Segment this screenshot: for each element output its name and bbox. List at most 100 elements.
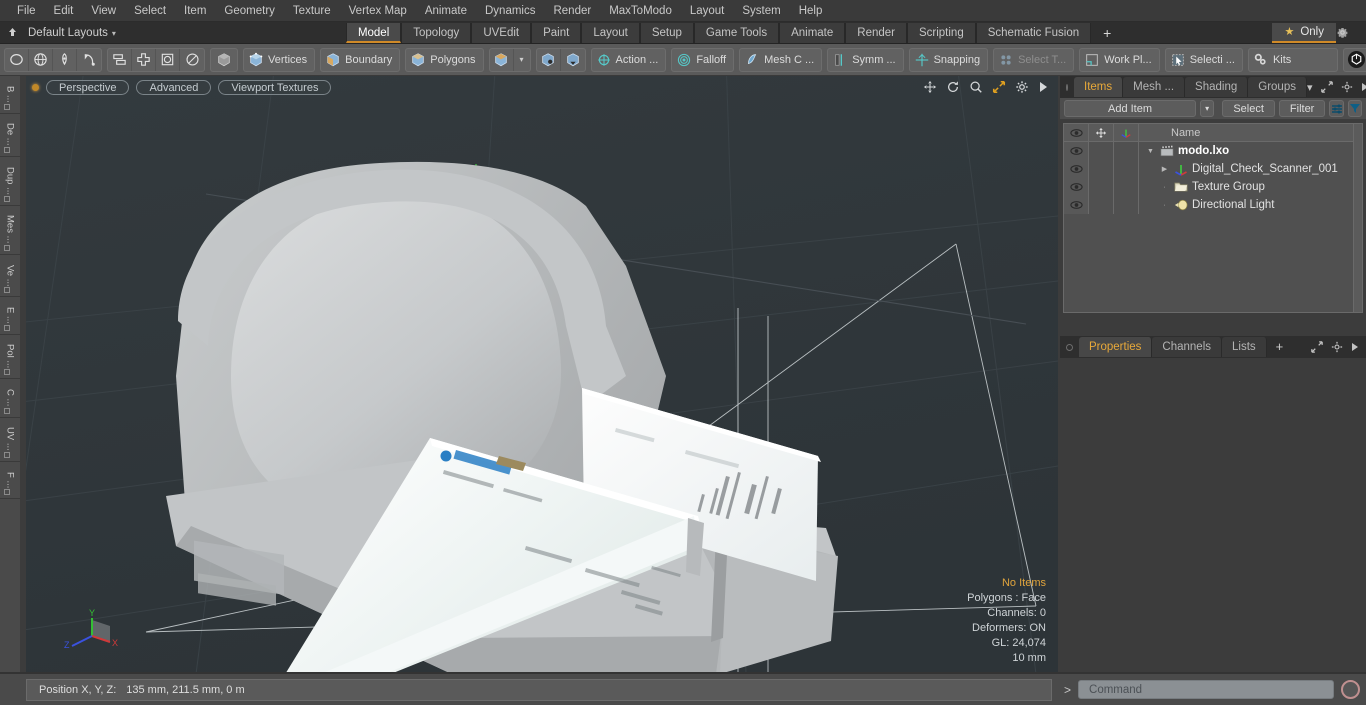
select-button[interactable]: Select: [1222, 100, 1275, 117]
eye-icon[interactable]: [1064, 196, 1089, 214]
panel-tab-properties[interactable]: Properties: [1079, 337, 1153, 357]
item-list-row[interactable]: ▶ Digital_Check_Scanner_001: [1064, 160, 1362, 178]
scale-circle-icon[interactable]: [180, 49, 204, 71]
viewport-shading-dropdown[interactable]: Advanced: [136, 79, 212, 95]
left-vertical-tab-1[interactable]: De ...: [0, 113, 20, 157]
zoom-icon[interactable]: [969, 80, 983, 94]
item-list-row[interactable]: ▼ modo.lxo: [1064, 142, 1362, 160]
select-through-button[interactable]: Select T...: [993, 47, 1075, 72]
item-list-cell[interactable]: [1089, 160, 1114, 178]
layout-tab-setup[interactable]: Setup: [639, 22, 694, 43]
item-list-cell[interactable]: [1089, 178, 1114, 196]
fit-icon[interactable]: [992, 80, 1006, 94]
menu-item-geometry[interactable]: Geometry: [215, 0, 284, 22]
item-list-row[interactable]: · Texture Group: [1064, 178, 1362, 196]
menu-item-animate[interactable]: Animate: [416, 0, 476, 22]
play-arrow-icon[interactable]: [1361, 82, 1366, 92]
layout-tab-schematic-fusion[interactable]: Schematic Fusion: [975, 22, 1092, 43]
cube-grey-icon[interactable]: [210, 47, 238, 72]
menu-item-select[interactable]: Select: [125, 0, 175, 22]
left-vertical-tab-4[interactable]: Ve ...: [0, 254, 20, 297]
add-item-dropdown[interactable]: ▾: [1200, 100, 1215, 117]
layout-tab-topology[interactable]: Topology: [401, 22, 472, 43]
menu-item-texture[interactable]: Texture: [284, 0, 340, 22]
menu-item-dynamics[interactable]: Dynamics: [476, 0, 544, 22]
panel-menu-dot[interactable]: [1066, 83, 1068, 91]
play-arrow-icon[interactable]: [1351, 342, 1359, 352]
list-options-icon[interactable]: [1329, 100, 1344, 117]
selection-set-button[interactable]: Selecti ...: [1164, 47, 1243, 72]
substance-cube-icon[interactable]: [1344, 49, 1366, 71]
snap-cube-a-icon[interactable]: [537, 48, 561, 71]
left-vertical-tab-8[interactable]: UV ...: [0, 417, 20, 462]
globe-icon[interactable]: [29, 48, 53, 71]
rotate-box-icon[interactable]: [156, 48, 180, 71]
expander-open-icon[interactable]: ▼: [1145, 148, 1156, 155]
select-mode-vertices[interactable]: Vertices: [243, 47, 316, 72]
gear-icon[interactable]: [1331, 341, 1343, 353]
snapping-button[interactable]: Snapping: [908, 47, 989, 72]
menu-item-layout[interactable]: Layout: [681, 0, 734, 22]
curve-icon[interactable]: [77, 49, 101, 71]
eye-icon[interactable]: [1064, 160, 1089, 178]
kits-button[interactable]: Kits: [1247, 47, 1338, 72]
left-vertical-tab-0[interactable]: B ...: [0, 76, 20, 114]
layout-tab-paint[interactable]: Paint: [531, 22, 582, 43]
symmetry-button[interactable]: Symm ...: [827, 47, 904, 72]
home-arrow-icon[interactable]: [0, 23, 24, 43]
eye-icon[interactable]: [1064, 142, 1089, 160]
menu-item-system[interactable]: System: [733, 0, 789, 22]
funnel-icon[interactable]: [1347, 100, 1363, 117]
left-vertical-tab-2[interactable]: Dup ...: [0, 156, 20, 206]
item-list-row[interactable]: · Directional Light: [1064, 196, 1362, 214]
pen-icon[interactable]: [53, 48, 77, 71]
snap-cube-b-icon[interactable]: [561, 49, 585, 71]
falloff-button[interactable]: Falloff: [671, 47, 735, 72]
filter-button[interactable]: Filter: [1278, 100, 1326, 117]
move-cross-icon[interactable]: [132, 48, 156, 71]
expand-icon[interactable]: [1311, 341, 1323, 353]
item-list-cell[interactable]: [1114, 160, 1139, 178]
chevron-down-icon[interactable]: ▾: [1307, 81, 1313, 94]
gear-icon[interactable]: [1015, 80, 1029, 94]
panel-tab-shading[interactable]: Shading: [1185, 77, 1249, 97]
left-vertical-tab-9[interactable]: F ...: [0, 461, 20, 499]
layout-tab-animate[interactable]: Animate: [779, 22, 846, 43]
expand-icon[interactable]: [1320, 81, 1333, 93]
eye-icon[interactable]: [1064, 178, 1089, 196]
work-plane-button[interactable]: Work Pl...: [1079, 47, 1160, 72]
mesh-constraint-button[interactable]: Mesh C ...: [739, 47, 823, 72]
left-vertical-tab-6[interactable]: Pol ...: [0, 334, 20, 380]
item-list-cell[interactable]: [1114, 178, 1139, 196]
add-layout-tab-button[interactable]: +: [1091, 23, 1123, 43]
default-layouts-dropdown[interactable]: Default Layouts ▾: [24, 23, 126, 43]
menu-item-file[interactable]: File: [8, 0, 45, 22]
panel-tab-lists[interactable]: Lists: [1222, 337, 1267, 357]
action-center-button[interactable]: Action ...: [590, 47, 667, 72]
viewport-textures-dropdown[interactable]: Viewport Textures: [218, 79, 332, 95]
item-list[interactable]: Name ▼ modo.lxo ▶ Digital_Check_Scanner_001…: [1063, 123, 1363, 313]
panel-tab-mesh[interactable]: Mesh ...: [1123, 77, 1186, 97]
select-mode-polygons[interactable]: Polygons: [405, 47, 484, 72]
item-list-cell[interactable]: [1089, 196, 1114, 214]
menu-item-item[interactable]: Item: [175, 0, 215, 22]
left-vertical-tab-3[interactable]: Mes ...: [0, 205, 20, 255]
panel-tab-groups[interactable]: Groups: [1248, 77, 1307, 97]
properties-menu-dot[interactable]: [1066, 343, 1073, 351]
expander-closed-icon[interactable]: ▶: [1159, 165, 1170, 173]
left-vertical-tab-5[interactable]: E ...: [0, 296, 20, 335]
menu-item-view[interactable]: View: [82, 0, 125, 22]
cube-orange-icon[interactable]: [490, 48, 514, 71]
menu-item-maxtomodo[interactable]: MaxToModo: [600, 0, 681, 22]
menu-item-vertex-map[interactable]: Vertex Map: [340, 0, 416, 22]
layout-tab-layout[interactable]: Layout: [581, 22, 640, 43]
layout-tab-game-tools[interactable]: Game Tools: [693, 22, 780, 43]
rotate-icon[interactable]: [946, 80, 960, 94]
item-list-scrollbar[interactable]: [1353, 124, 1362, 312]
layout-tab-render[interactable]: Render: [845, 22, 907, 43]
add-item-button[interactable]: Add Item: [1064, 100, 1196, 117]
item-list-cell[interactable]: [1114, 196, 1139, 214]
panel-tab-channels[interactable]: Channels: [1152, 337, 1223, 357]
item-list-cell[interactable]: [1114, 142, 1139, 160]
item-list-cell[interactable]: [1089, 142, 1114, 160]
